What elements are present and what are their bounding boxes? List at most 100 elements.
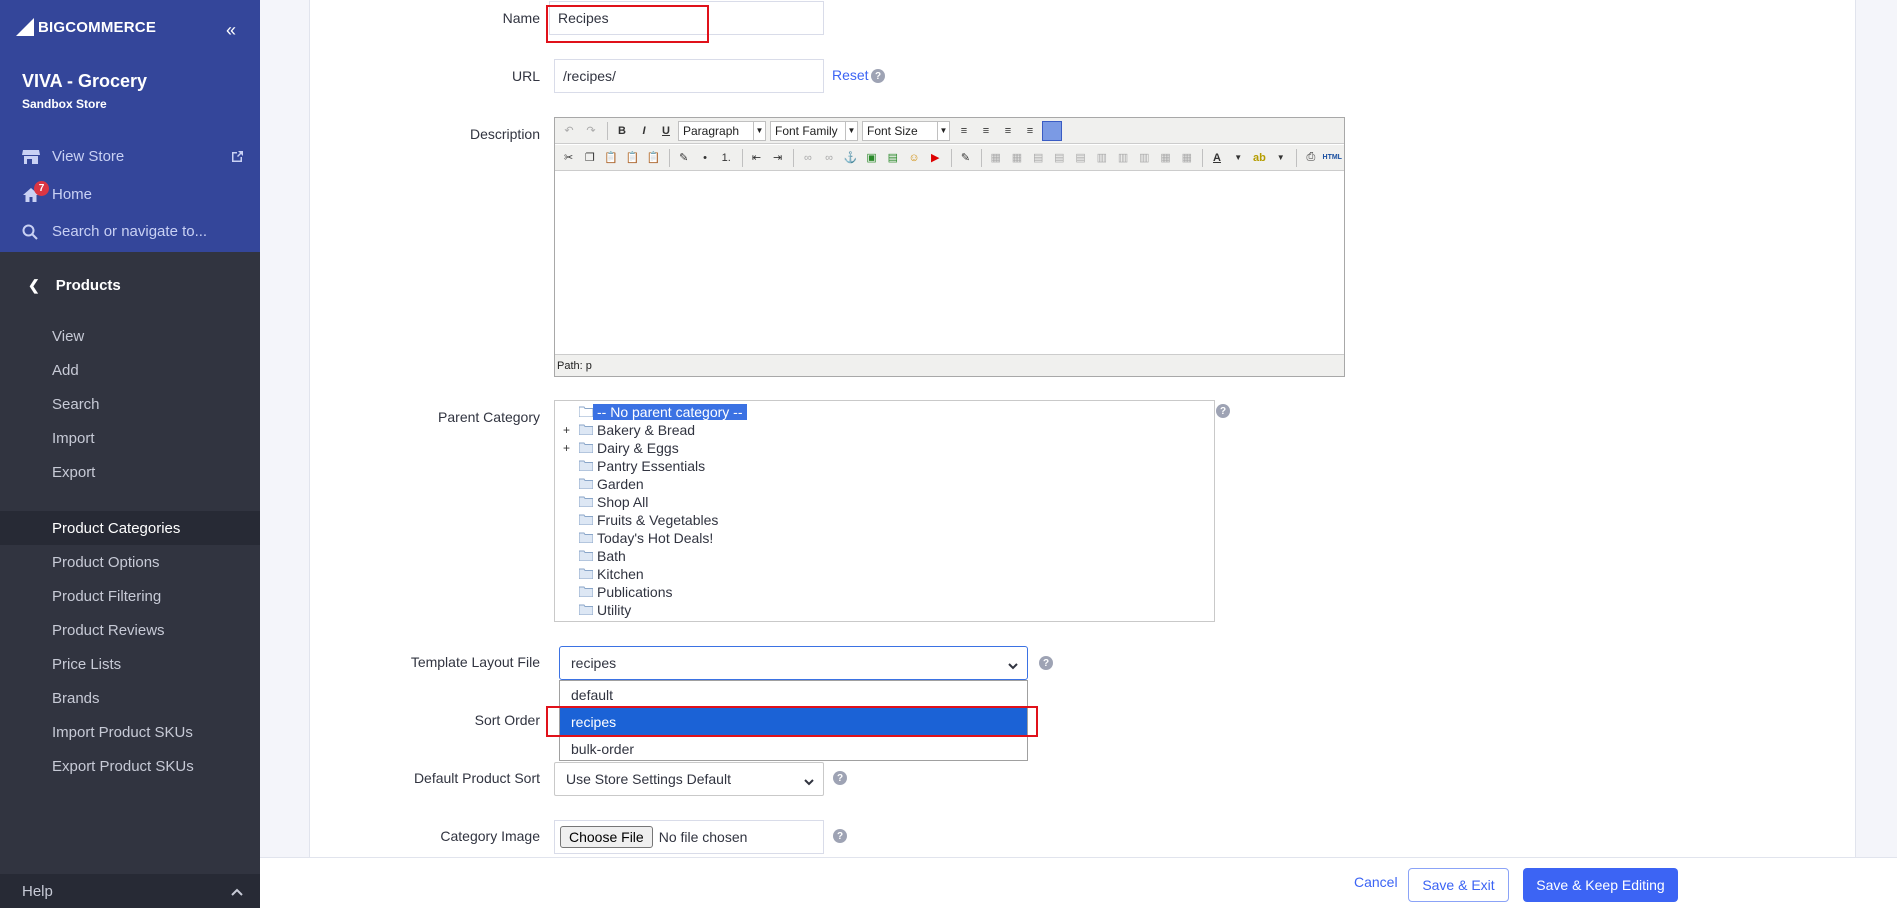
sidebar-item-export-skus[interactable]: Export Product SKUs — [0, 749, 260, 783]
html-source-icon[interactable]: HTML — [1323, 148, 1342, 168]
underline-icon[interactable]: U — [656, 121, 676, 141]
storefront-icon — [22, 149, 44, 165]
paste-text-icon[interactable]: 📋 — [623, 148, 642, 168]
indent-icon[interactable]: ⇥ — [768, 148, 787, 168]
undo-icon[interactable]: ↶ — [559, 121, 579, 141]
bigcommerce-logo[interactable]: BIGCOMMERCE — [14, 14, 156, 40]
bullet-list-icon[interactable]: • — [695, 148, 714, 168]
template-layout-select[interactable]: recipes — [559, 646, 1028, 680]
chevron-down-icon[interactable]: ▼ — [1229, 148, 1248, 168]
table-props-icon[interactable]: ▦ — [1007, 148, 1026, 168]
highlight-color-icon[interactable]: ab — [1250, 148, 1269, 168]
redo-icon[interactable]: ↷ — [581, 121, 601, 141]
align-right-icon[interactable]: ≡ — [998, 121, 1018, 141]
sidebar-item-import[interactable]: Import — [0, 421, 260, 455]
outdent-icon[interactable]: ⇤ — [747, 148, 766, 168]
media-icon[interactable]: ▤ — [883, 148, 902, 168]
help-question-icon[interactable]: ? — [1216, 404, 1230, 418]
folder-icon — [578, 458, 594, 474]
row-after-icon[interactable]: ▤ — [1050, 148, 1069, 168]
sidebar-item-product-categories[interactable]: Product Categories — [0, 511, 260, 545]
image-icon[interactable]: ▣ — [862, 148, 881, 168]
font-size-select[interactable]: Font Size ▼ — [862, 120, 950, 141]
sidebar-item-import-skus[interactable]: Import Product SKUs — [0, 715, 260, 749]
help-question-icon[interactable]: ? — [833, 771, 847, 785]
italic-icon[interactable]: I — [634, 121, 654, 141]
text-color-icon[interactable]: A — [1207, 148, 1226, 168]
sidebar-item-product-filtering[interactable]: Product Filtering — [0, 579, 260, 613]
folder-icon — [578, 512, 594, 528]
folder-icon — [578, 476, 594, 492]
paste-word-icon[interactable]: 📋 — [644, 148, 663, 168]
help-question-icon[interactable]: ? — [871, 69, 885, 83]
font-family-select[interactable]: Font Family ▼ — [770, 120, 858, 141]
folder-icon — [578, 530, 594, 546]
expand-icon[interactable]: + — [563, 441, 570, 455]
home-link[interactable]: 7 Home — [22, 180, 92, 203]
delete-row-icon[interactable]: ▤ — [1071, 148, 1090, 168]
anchor-icon[interactable]: ⚓ — [841, 148, 860, 168]
expand-icon[interactable]: + — [563, 423, 570, 437]
copy-icon[interactable]: ❐ — [580, 148, 599, 168]
choose-file-button[interactable]: Choose File — [560, 826, 653, 848]
option-bulk-order[interactable]: bulk-order — [560, 735, 1027, 762]
sidebar-item-product-options[interactable]: Product Options — [0, 545, 260, 579]
sidebar-item-view[interactable]: View — [0, 319, 260, 353]
logo-text: BIGCOMMERCE — [38, 18, 157, 36]
sidebar-item-add[interactable]: Add — [0, 353, 260, 387]
help-label: Help — [22, 882, 53, 900]
link-icon[interactable]: ∞ — [798, 148, 817, 168]
cut-icon[interactable]: ✂ — [559, 148, 578, 168]
paragraph-select[interactable]: Paragraph ▼ — [678, 120, 766, 141]
clean-format-icon[interactable]: ✎ — [674, 148, 693, 168]
table-icon[interactable]: ▦ — [986, 148, 1005, 168]
delete-col-icon[interactable]: ▥ — [1135, 148, 1154, 168]
print-icon[interactable]: ⎙ — [1301, 148, 1320, 168]
url-input[interactable]: /recipes/ — [554, 59, 824, 93]
fullscreen-icon[interactable] — [1042, 120, 1062, 141]
bold-icon[interactable]: B — [612, 121, 632, 141]
template-layout-value: recipes — [571, 655, 617, 671]
view-store-link[interactable]: View Store — [22, 148, 124, 165]
youtube-icon[interactable]: ▶ — [926, 148, 945, 168]
category-image-file-input[interactable]: Choose File No file chosen — [554, 820, 824, 854]
select-arrow-icon: ▼ — [845, 121, 857, 140]
sidebar-item-product-reviews[interactable]: Product Reviews — [0, 613, 260, 647]
align-center-icon[interactable]: ≡ — [976, 121, 996, 141]
default-sort-select[interactable]: Use Store Settings Default — [554, 762, 824, 796]
products-section-header[interactable]: ❮ Products — [0, 268, 260, 302]
sidebar-item-price-lists[interactable]: Price Lists — [0, 647, 260, 681]
cancel-button[interactable]: Cancel — [1354, 874, 1398, 890]
col-before-icon[interactable]: ▥ — [1092, 148, 1111, 168]
split-cells-icon[interactable]: ▦ — [1177, 148, 1196, 168]
help-question-icon[interactable]: ? — [833, 829, 847, 843]
emoticon-icon[interactable]: ☺ — [904, 148, 923, 168]
default-sort-label: Default Product Sort — [413, 770, 540, 786]
numbered-list-icon[interactable]: 1. — [717, 148, 736, 168]
save-exit-button[interactable]: Save & Exit — [1408, 868, 1509, 902]
paste-icon[interactable]: 📋 — [601, 148, 620, 168]
select-arrow-icon: ▼ — [753, 121, 765, 140]
col-after-icon[interactable]: ▥ — [1113, 148, 1132, 168]
save-keep-editing-button[interactable]: Save & Keep Editing — [1523, 868, 1678, 902]
sidebar-item-brands[interactable]: Brands — [0, 681, 260, 715]
url-label: URL — [511, 68, 540, 84]
merge-cells-icon[interactable]: ▦ — [1156, 148, 1175, 168]
align-justify-icon[interactable]: ≡ — [1020, 121, 1040, 141]
chevron-down-icon[interactable]: ▼ — [1271, 148, 1290, 168]
external-link-icon[interactable] — [230, 150, 244, 168]
row-before-icon[interactable]: ▤ — [1029, 148, 1048, 168]
collapse-sidebar-icon[interactable]: « — [226, 20, 236, 41]
sidebar-item-search[interactable]: Search — [0, 387, 260, 421]
align-left-icon[interactable]: ≡ — [954, 121, 974, 141]
help-question-icon[interactable]: ? — [1039, 656, 1053, 670]
editor-content-area[interactable] — [555, 172, 1344, 354]
search-navigate-input[interactable]: Search or navigate to... — [22, 223, 207, 240]
no-file-text: No file chosen — [658, 829, 748, 845]
option-default[interactable]: default — [560, 681, 1027, 708]
help-menu[interactable]: Help — [0, 874, 260, 908]
unlink-icon[interactable]: ∞ — [819, 148, 838, 168]
edit-html-icon[interactable]: ✎ — [956, 148, 975, 168]
reset-link[interactable]: Reset — [832, 67, 869, 83]
sidebar-item-export[interactable]: Export — [0, 455, 260, 489]
